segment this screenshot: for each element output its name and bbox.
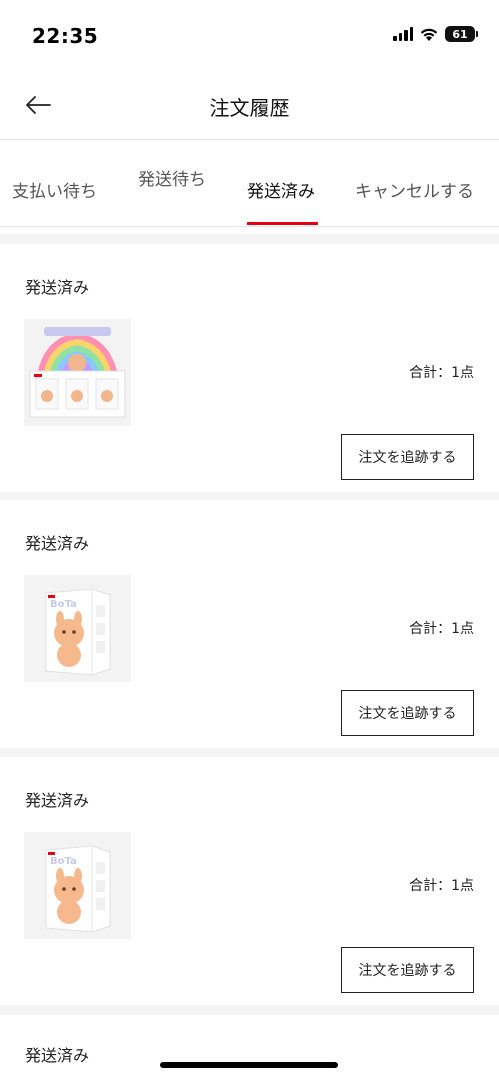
product-display-box-image[interactable] [24, 319, 131, 426]
battery-icon: 61 [445, 26, 478, 42]
tab-awaiting-payment[interactable]: 支払い待ち [12, 177, 97, 202]
order-status: 発送済み [25, 534, 90, 553]
wifi-icon [420, 28, 438, 41]
order-status-tabs: 支払い待ち 発送待ち 発送済み キャンセルする [0, 141, 499, 227]
tab-awaiting-shipment[interactable]: 発送待ち [138, 165, 206, 190]
section-divider [0, 1005, 499, 1015]
svg-text:BoTa: BoTa [50, 856, 77, 867]
order-status: 発送済み [25, 791, 90, 810]
track-order-button[interactable]: 注文を追跡する [341, 690, 474, 736]
order-total: 合計：1点 [409, 878, 474, 894]
nav-header: 注文履歴 [0, 70, 499, 140]
tab-cancelled[interactable]: キャンセルする [355, 177, 474, 202]
order-card: 発送済み BoTa 合計：1点 注文を追跡する [0, 757, 499, 1005]
order-card: 発送済み 合計：1点 注文を追跡する [0, 244, 499, 492]
status-time: 22:35 [32, 24, 99, 48]
active-tab-indicator [247, 222, 318, 225]
order-total: 合計：1点 [409, 365, 474, 381]
track-order-button[interactable]: 注文を追跡する [341, 434, 474, 480]
tab-shipped[interactable]: 発送済み [247, 177, 315, 202]
status-icons: 61 [393, 26, 478, 42]
cellular-signal-icon [393, 27, 413, 41]
order-card: 発送済み BoTa 合計：1点 注文を追跡する [0, 500, 499, 748]
order-status: 発送済み [25, 1046, 90, 1065]
svg-text:BoTa: BoTa [50, 599, 77, 610]
page-title: 注文履歴 [209, 96, 290, 120]
status-bar: 22:35 61 [0, 0, 499, 70]
track-order-button[interactable]: 注文を追跡する [341, 947, 474, 993]
order-total: 合計：1点 [409, 621, 474, 637]
product-blind-box-image[interactable]: BoTa [24, 575, 131, 682]
order-status: 発送済み [25, 278, 90, 297]
product-blind-box-image[interactable]: BoTa [24, 832, 131, 939]
home-indicator[interactable] [160, 1062, 338, 1068]
section-divider [0, 234, 499, 244]
order-card: 発送済み [0, 1015, 499, 1080]
